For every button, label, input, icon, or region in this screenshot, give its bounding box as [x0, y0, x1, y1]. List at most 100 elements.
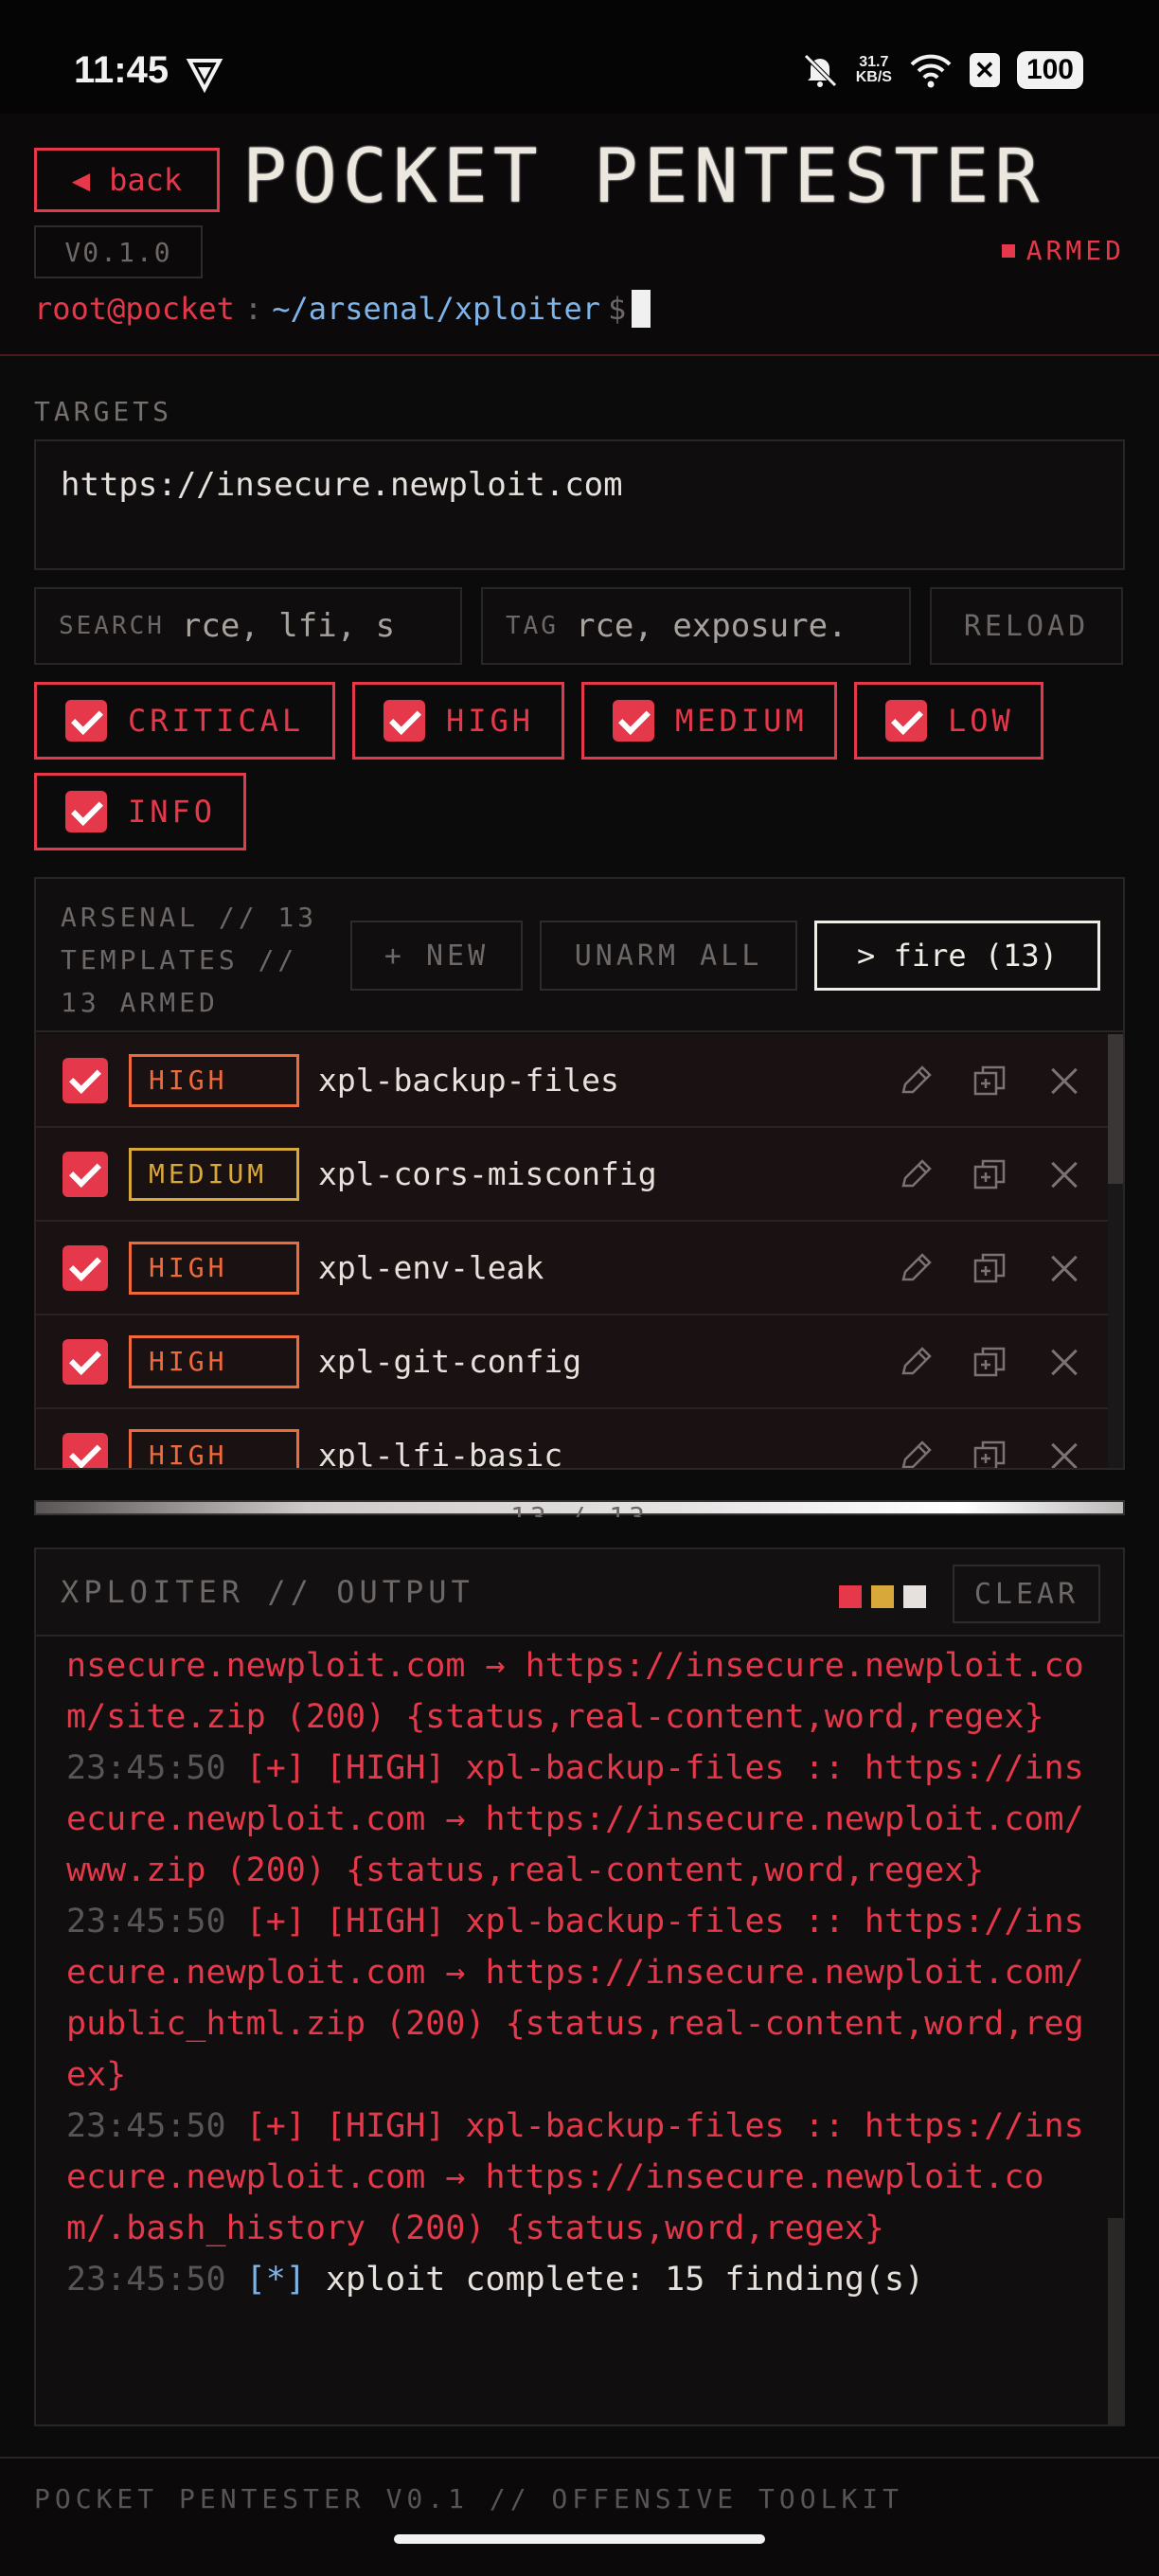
delete-x-icon[interactable]	[1045, 1064, 1081, 1100]
severity-critical-toggle[interactable]: CRITICAL	[34, 682, 335, 760]
fire-button[interactable]: > fire (13)	[814, 921, 1100, 991]
prompt-cursor	[632, 290, 651, 328]
unarm-all-button[interactable]: UNARM ALL	[540, 921, 797, 991]
log-line: 23:45:50 [+] [HIGH] xpl-backup-files :: …	[66, 2107, 1084, 2247]
back-button[interactable]: ◀ back	[34, 148, 220, 212]
severity-label: LOW	[948, 703, 1014, 739]
severity-badge: MEDIUM	[129, 1147, 299, 1201]
edit-pencil-icon[interactable]	[898, 1345, 934, 1381]
armed-dot-icon	[1001, 243, 1015, 258]
targets-input[interactable]: https://insecure.newploit.com	[34, 439, 1125, 570]
severity-badge: HIGH	[129, 1334, 299, 1388]
back-label: back	[109, 162, 183, 198]
severity-badge: HIGH	[129, 1428, 299, 1468]
edit-pencil-icon[interactable]	[898, 1157, 934, 1193]
template-list-scrollbar-thumb[interactable]	[1108, 1034, 1123, 1184]
severity-badge: HIGH	[129, 1241, 299, 1295]
duplicate-icon[interactable]	[972, 1251, 1007, 1287]
prompt-user: root@pocket	[34, 291, 235, 327]
log-line: 23:45:50 [*] xploit complete: 15 finding…	[66, 2261, 925, 2299]
tag-input[interactable]: TAG rce, exposure.	[481, 587, 911, 665]
output-header: XPLOITER // OUTPUT CLEAR	[36, 1549, 1123, 1637]
template-armed-checkbox[interactable]	[62, 1151, 108, 1197]
template-row[interactable]: HIGH xpl-lfi-basic	[36, 1409, 1108, 1471]
template-armed-checkbox[interactable]	[62, 1057, 108, 1103]
delete-x-icon[interactable]	[1045, 1439, 1081, 1469]
checkbox-checked-icon	[885, 700, 927, 742]
template-list[interactable]: HIGH xpl-backup-files MEDIUM xpl-cors-mi…	[36, 1034, 1108, 1471]
delete-x-icon[interactable]	[1045, 1157, 1081, 1193]
severity-low-toggle[interactable]: LOW	[854, 682, 1043, 760]
checkbox-checked-icon	[613, 700, 654, 742]
home-indicator[interactable]	[394, 2534, 765, 2544]
template-name: xpl-lfi-basic	[318, 1437, 563, 1470]
severity-label: MEDIUM	[675, 703, 808, 739]
template-name: xpl-env-leak	[318, 1249, 544, 1286]
duplicate-icon[interactable]	[972, 1157, 1007, 1193]
armed-label: ARMED	[1025, 235, 1125, 266]
severity-medium-toggle[interactable]: MEDIUM	[581, 682, 837, 760]
template-row[interactable]: MEDIUM xpl-cors-misconfig	[36, 1128, 1108, 1222]
yellow-square-icon	[871, 1585, 894, 1608]
log-line: 23:45:50 [+] [HIGH] xpl-backup-files :: …	[66, 1749, 1084, 1889]
output-panel: XPLOITER // OUTPUT CLEAR nsecure.newploi…	[34, 1547, 1125, 2426]
duplicate-icon[interactable]	[972, 1064, 1007, 1100]
template-name: xpl-git-config	[318, 1343, 582, 1380]
output-scrollbar-thumb[interactable]	[1108, 2218, 1123, 2424]
severity-high-toggle[interactable]: HIGH	[352, 682, 564, 760]
new-template-button[interactable]: + NEW	[350, 921, 523, 991]
scan-progress-label: 13 / 13	[509, 1501, 649, 1517]
edit-pencil-icon[interactable]	[898, 1251, 934, 1287]
vpn-shield-icon	[186, 59, 223, 93]
app-header: ◀ back POCKET PENTESTER V0.1.0 ARMED roo…	[0, 114, 1159, 356]
targets-label: TARGETS	[34, 396, 173, 427]
status-time: 11:45	[74, 49, 169, 91]
severity-badge: HIGH	[129, 1053, 299, 1107]
back-arrow-icon: ◀	[71, 162, 91, 198]
template-armed-checkbox[interactable]	[62, 1432, 108, 1468]
footer-text: POCKET PENTESTER V0.1 // OFFENSIVE TOOLK…	[34, 2483, 904, 2514]
duplicate-icon[interactable]	[972, 1345, 1007, 1381]
search-label: SEARCH	[59, 612, 165, 640]
log-line: nsecure.newploit.com → https://insecure.…	[66, 1647, 1084, 1736]
clear-output-button[interactable]: CLEAR	[953, 1565, 1100, 1623]
red-square-icon	[839, 1585, 862, 1608]
white-square-icon	[903, 1585, 926, 1608]
checkbox-checked-icon	[383, 700, 425, 742]
mute-bell-icon	[803, 54, 837, 87]
template-row[interactable]: HIGH xpl-env-leak	[36, 1222, 1108, 1315]
severity-filters-row-1: CRITICAL HIGH MEDIUM LOW	[34, 682, 1043, 760]
delete-x-icon[interactable]	[1045, 1345, 1081, 1381]
status-icons: 31.7 KB/S ✕ 100	[801, 49, 1083, 91]
wifi-icon	[910, 54, 952, 88]
prompt-path: ~/arsenal/xploiter	[272, 291, 600, 327]
edit-pencil-icon[interactable]	[898, 1064, 934, 1100]
network-speed: 31.7 KB/S	[855, 54, 892, 85]
prompt-separator: :	[243, 291, 263, 327]
output-log: nsecure.newploit.com → https://insecure.…	[66, 1640, 1098, 2305]
no-sim-icon: ✕	[969, 53, 1000, 87]
edit-pencil-icon[interactable]	[898, 1439, 934, 1471]
template-armed-checkbox[interactable]	[62, 1338, 108, 1385]
template-row[interactable]: HIGH xpl-backup-files	[36, 1034, 1108, 1128]
severity-label: CRITICAL	[128, 703, 305, 739]
shell-prompt: root@pocket : ~/arsenal/xploiter $	[34, 290, 651, 328]
app-title: POCKET PENTESTER	[242, 134, 1045, 220]
reload-button[interactable]: RELOAD	[930, 587, 1123, 665]
duplicate-icon[interactable]	[972, 1439, 1007, 1471]
arsenal-panel: ARSENAL // 13 TEMPLATES // 13 ARMED + NE…	[34, 877, 1125, 1470]
arsenal-title: ARSENAL // 13 TEMPLATES // 13 ARMED	[61, 902, 318, 1018]
severity-info-toggle[interactable]: INFO	[34, 773, 246, 850]
app-footer: POCKET PENTESTER V0.1 // OFFENSIVE TOOLK…	[0, 2457, 1159, 2576]
prompt-dollar: $	[607, 291, 627, 327]
armed-status: ARMED	[1001, 235, 1125, 266]
tag-placeholder: rce, exposure.	[575, 607, 847, 645]
output-legend-dots	[839, 1585, 926, 1608]
search-input[interactable]: SEARCH rce, lfi, s	[34, 587, 462, 665]
template-armed-checkbox[interactable]	[62, 1244, 108, 1291]
delete-x-icon[interactable]	[1045, 1251, 1081, 1287]
arsenal-header: ARSENAL // 13 TEMPLATES // 13 ARMED + NE…	[36, 879, 1123, 1032]
version-badge: V0.1.0	[34, 225, 203, 278]
tag-label: TAG	[506, 612, 559, 640]
template-row[interactable]: HIGH xpl-git-config	[36, 1315, 1108, 1409]
